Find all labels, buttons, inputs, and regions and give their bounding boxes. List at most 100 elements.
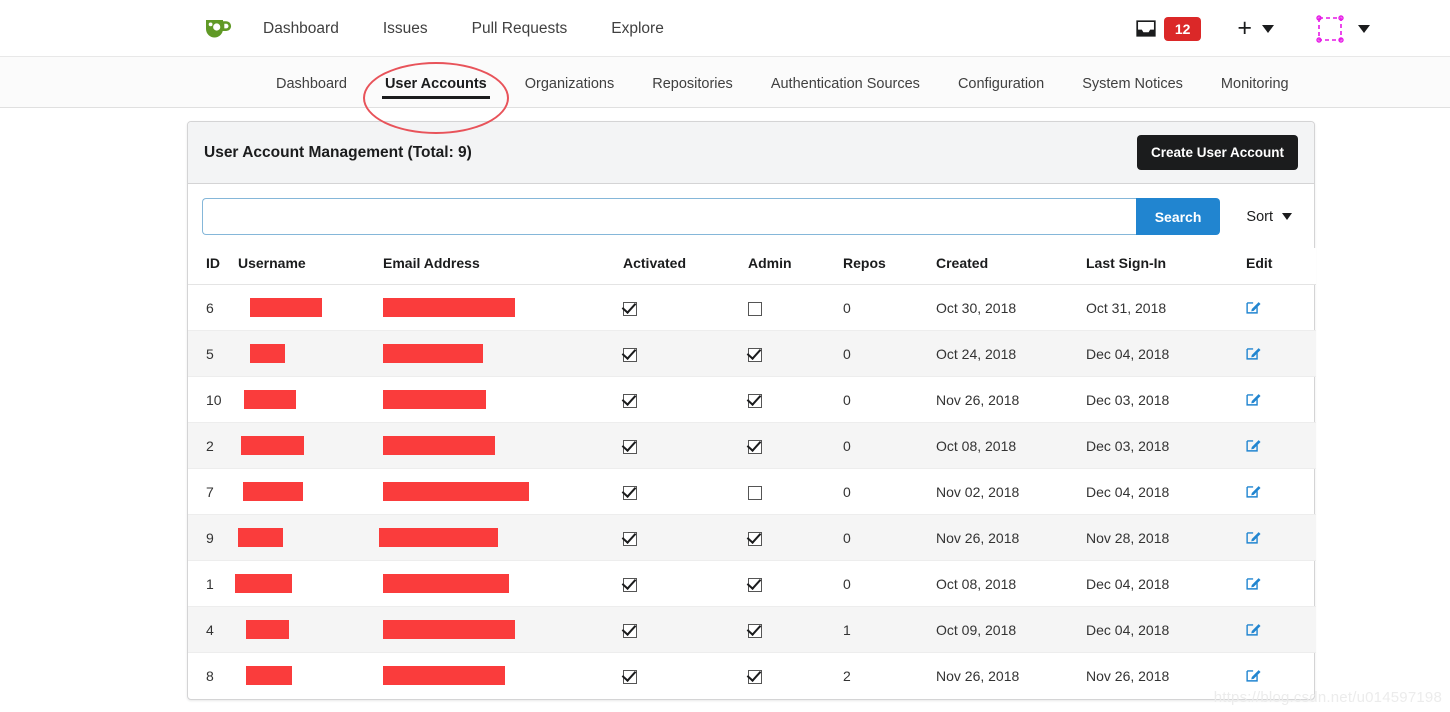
cell-repos: 0 <box>843 514 936 561</box>
checkbox-checked-icon <box>623 669 637 684</box>
tab-user-accounts[interactable]: User Accounts <box>381 76 490 108</box>
users-table: ID Username Email Address Activated Admi… <box>188 248 1316 699</box>
cell-admin <box>748 284 843 331</box>
cell-id: 9 <box>188 514 238 561</box>
table-row: 8 2 Nov 26, 2018 Nov 26, 2018 <box>188 653 1316 699</box>
checkbox-unchecked-icon <box>748 301 762 316</box>
column-header-repos[interactable]: Repos <box>843 248 936 285</box>
create-new-menu[interactable]: + <box>1237 16 1274 41</box>
column-header-username[interactable]: Username <box>238 248 383 285</box>
edit-user-button[interactable] <box>1246 345 1261 363</box>
nav-item-explore[interactable]: Explore <box>611 20 664 38</box>
column-header-activated[interactable]: Activated <box>623 248 748 285</box>
top-right-actions: 12 + <box>1134 0 1370 57</box>
create-user-account-button[interactable]: Create User Account <box>1136 135 1298 170</box>
cell-admin <box>748 653 843 699</box>
edit-user-button[interactable] <box>1246 575 1261 593</box>
cell-username <box>238 653 383 699</box>
edit-user-button[interactable] <box>1246 299 1261 317</box>
tab-organizations[interactable]: Organizations <box>525 76 614 108</box>
cell-username <box>238 514 383 561</box>
table-row: 1 0 Oct 08, 2018 Dec 04, 2018 <box>188 560 1316 607</box>
nav-item-pull-requests[interactable]: Pull Requests <box>472 20 568 38</box>
cell-created: Oct 08, 2018 <box>936 560 1086 607</box>
checkbox-checked-icon <box>748 577 762 592</box>
cell-edit <box>1246 422 1316 469</box>
cell-edit <box>1246 606 1316 653</box>
edit-user-button[interactable] <box>1246 437 1261 455</box>
cell-repos: 0 <box>843 468 936 515</box>
tab-authentication-sources[interactable]: Authentication Sources <box>771 76 920 108</box>
table-row: 7 0 Nov 02, 2018 Dec 04, 2018 <box>188 468 1316 515</box>
edit-user-button[interactable] <box>1246 483 1261 501</box>
sort-dropdown-label: Sort <box>1246 208 1273 225</box>
cell-last-signin: Dec 04, 2018 <box>1086 606 1246 653</box>
cell-edit <box>1246 376 1316 423</box>
cell-repos: 0 <box>843 376 936 423</box>
gitea-logo[interactable] <box>200 12 234 44</box>
nav-item-dashboard[interactable]: Dashboard <box>263 20 339 38</box>
cell-email <box>383 560 623 607</box>
column-header-admin[interactable]: Admin <box>748 248 843 285</box>
search-button[interactable]: Search <box>1135 198 1221 235</box>
cell-created: Nov 26, 2018 <box>936 667 1020 684</box>
edit-user-button[interactable] <box>1246 529 1261 547</box>
tab-dashboard[interactable]: Dashboard <box>276 76 347 108</box>
cell-id: 8 <box>206 667 214 684</box>
sort-dropdown[interactable]: Sort <box>1246 209 1292 225</box>
cell-id: 1 <box>188 560 238 607</box>
page-title: User Account Management (Total: 9) <box>204 143 472 161</box>
cell-id: 7 <box>188 468 238 515</box>
inbox-icon[interactable] <box>1134 18 1158 40</box>
redacted-email <box>383 620 515 639</box>
redacted-email <box>383 298 515 317</box>
panel-header: User Account Management (Total: 9) Creat… <box>188 122 1314 184</box>
cell-last-signin: Nov 28, 2018 <box>1086 514 1246 561</box>
search-input[interactable] <box>202 198 1136 235</box>
notification-count-badge[interactable]: 12 <box>1163 16 1202 41</box>
cell-activated <box>623 606 748 653</box>
cell-repos: 1 <box>843 606 936 653</box>
cell-activated <box>623 376 748 423</box>
chevron-down-icon <box>1262 24 1274 33</box>
top-navigation-bar: Dashboard Issues Pull Requests Explore 1… <box>0 0 1450 57</box>
column-header-created[interactable]: Created <box>936 248 1086 285</box>
cell-edit <box>1246 560 1316 607</box>
cell-last-signin: Dec 03, 2018 <box>1086 376 1246 423</box>
admin-tabs: Dashboard User Accounts Organizations Re… <box>276 57 1289 108</box>
column-header-last-signin[interactable]: Last Sign-In <box>1086 248 1246 285</box>
cell-created: Oct 09, 2018 <box>936 606 1086 653</box>
column-header-id[interactable]: ID <box>188 248 238 285</box>
cell-created: Oct 24, 2018 <box>936 330 1086 377</box>
redacted-email <box>383 666 505 686</box>
checkbox-checked-icon <box>748 669 762 684</box>
redacted-username <box>250 344 285 363</box>
cell-last-signin: Oct 31, 2018 <box>1086 284 1246 331</box>
redacted-email <box>383 390 486 409</box>
tab-repositories[interactable]: Repositories <box>652 76 733 108</box>
table-row: 2 0 Oct 08, 2018 Dec 03, 2018 <box>188 422 1316 469</box>
tab-system-notices[interactable]: System Notices <box>1082 76 1183 108</box>
cell-username <box>238 422 383 469</box>
user-menu[interactable] <box>1316 14 1370 43</box>
checkbox-checked-icon <box>748 347 762 362</box>
cell-last-signin: Dec 04, 2018 <box>1086 330 1246 377</box>
pencil-square-edit-icon <box>1246 393 1261 406</box>
edit-user-button[interactable] <box>1246 391 1261 409</box>
cell-repos: 2 <box>843 667 851 684</box>
cell-email <box>383 284 623 331</box>
tab-configuration[interactable]: Configuration <box>958 76 1044 108</box>
cell-id: 10 <box>188 376 238 423</box>
table-row: 4 1 Oct 09, 2018 Dec 04, 2018 <box>188 606 1316 653</box>
redacted-email <box>383 574 509 593</box>
cell-activated <box>623 560 748 607</box>
column-header-email[interactable]: Email Address <box>383 248 623 285</box>
checkbox-unchecked-icon <box>748 485 762 500</box>
cell-id: 4 <box>188 606 238 653</box>
edit-user-button[interactable] <box>1246 667 1261 685</box>
cell-created: Oct 30, 2018 <box>936 284 1086 331</box>
nav-item-issues[interactable]: Issues <box>383 20 428 38</box>
tab-monitoring[interactable]: Monitoring <box>1221 76 1289 108</box>
cell-activated <box>623 468 748 515</box>
edit-user-button[interactable] <box>1246 621 1261 639</box>
